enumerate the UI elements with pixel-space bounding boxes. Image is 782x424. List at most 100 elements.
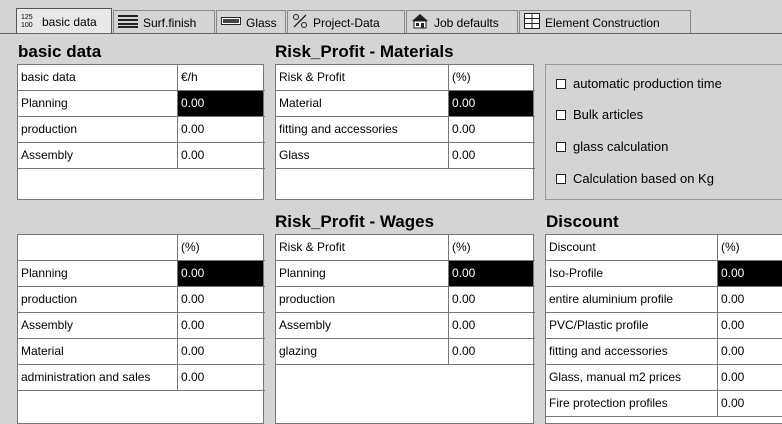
row-label: production: [18, 287, 178, 312]
table-row[interactable]: Glass 0.00: [276, 143, 535, 169]
options-group: automatic production time Bulk articles …: [545, 64, 782, 200]
value-field[interactable]: 0.00: [718, 313, 782, 338]
checkbox-label: automatic production time: [573, 76, 722, 91]
value-field[interactable]: 0.00: [718, 391, 782, 416]
value-field[interactable]: 0.00: [178, 117, 263, 142]
value-field[interactable]: 0.00: [449, 313, 533, 338]
table-row[interactable]: Fire protection profiles 0.00: [546, 391, 782, 417]
row-label: Material: [18, 339, 178, 364]
table-row[interactable]: production 0.00: [276, 287, 535, 313]
tab-label: Surf.finish: [143, 15, 197, 30]
table-row[interactable]: glazing 0.00: [276, 339, 535, 365]
tab-label: basic data: [42, 14, 97, 29]
table-row[interactable]: administration and sales 0.00: [18, 365, 265, 391]
calculation-based-on-kg-checkbox[interactable]: Calculation based on Kg: [556, 171, 714, 186]
tab-element-construction[interactable]: Element Construction: [519, 10, 691, 34]
window-grid-icon: [524, 13, 540, 32]
row-label: production: [18, 117, 178, 142]
table-row[interactable]: Assembly 0.00: [276, 313, 535, 339]
table-row[interactable]: production 0.00: [18, 117, 265, 143]
table-row[interactable]: Material 0.00: [18, 339, 265, 365]
table-row[interactable]: production 0.00: [18, 287, 265, 313]
value-field[interactable]: 0.00: [718, 365, 782, 390]
table-row[interactable]: Planning 0.00: [276, 261, 535, 287]
automatic-production-time-checkbox[interactable]: automatic production time: [556, 76, 722, 91]
tab-project-data[interactable]: Project-Data: [287, 10, 405, 34]
value-field[interactable]: 0.00: [178, 365, 263, 390]
table-row[interactable]: Planning 0.00: [18, 261, 265, 287]
risk-wages-title: Risk_Profit - Wages: [275, 212, 435, 231]
column-header: Risk & Profit: [276, 235, 449, 260]
tab-job-defaults[interactable]: Job defaults: [406, 10, 518, 34]
svg-text:100: 100: [21, 22, 33, 28]
row-label: Glass: [276, 143, 449, 168]
checkbox-box[interactable]: [556, 109, 566, 120]
checkbox-box[interactable]: [556, 78, 566, 89]
table-row[interactable]: PVC/Plastic profile 0.00: [546, 313, 782, 339]
value-field[interactable]: 0.00: [718, 339, 782, 364]
table-row[interactable]: Assembly 0.00: [18, 143, 265, 169]
value-field[interactable]: 0.00: [178, 287, 263, 312]
counter-icon: 125 100: [21, 12, 37, 31]
bulk-articles-checkbox[interactable]: Bulk articles: [556, 107, 643, 122]
table-row[interactable]: entire aluminium profile 0.00: [546, 287, 782, 313]
tab-label: Job defaults: [434, 15, 499, 30]
svg-text:125: 125: [21, 14, 33, 21]
table-row[interactable]: fitting and accessories 0.00: [546, 339, 782, 365]
empty-row: [276, 169, 535, 195]
table-row[interactable]: Material 0.00: [276, 91, 535, 117]
value-field[interactable]: 0.00: [449, 339, 533, 364]
table-header-row: Discount (%): [546, 235, 782, 261]
row-label: Assembly: [18, 313, 178, 338]
tab-glass[interactable]: Glass: [216, 10, 286, 34]
value-field[interactable]: 0.00: [718, 287, 782, 312]
glass-pane-icon: [221, 15, 241, 30]
stripes-icon: [118, 14, 138, 31]
row-label: administration and sales: [18, 365, 178, 390]
column-header: [18, 235, 178, 260]
value-field[interactable]: 0.00: [178, 339, 263, 364]
table-header-row: Risk & Profit (%): [276, 235, 535, 261]
discount-title: Discount: [546, 212, 619, 231]
table-row[interactable]: Iso-Profile 0.00: [546, 261, 782, 287]
value-field[interactable]: 0.00: [178, 91, 263, 116]
value-field[interactable]: 0.00: [718, 261, 782, 286]
discount-table: Discount (%) Iso-Profile 0.00 entire alu…: [545, 234, 782, 424]
value-field[interactable]: 0.00: [449, 91, 533, 116]
percent-table: (%) Planning 0.00 production 0.00 Assemb…: [17, 234, 265, 424]
percent-icon: [292, 13, 308, 32]
tab-basic-data[interactable]: 125 100 basic data: [16, 8, 112, 34]
value-field[interactable]: 0.00: [178, 313, 263, 338]
value-field[interactable]: 0.00: [449, 261, 533, 286]
table-row[interactable]: Assembly 0.00: [18, 313, 265, 339]
column-header: basic data: [18, 65, 178, 90]
table-row[interactable]: Planning 0.00: [18, 91, 265, 117]
checkbox-box[interactable]: [556, 141, 566, 152]
row-label: glazing: [276, 339, 449, 364]
column-header: (%): [452, 240, 471, 254]
row-label: production: [276, 287, 449, 312]
glass-calculation-checkbox[interactable]: glass calculation: [556, 139, 668, 154]
tab-label: Element Construction: [545, 15, 660, 30]
tab-surf-finish[interactable]: Surf.finish: [113, 10, 215, 34]
checkbox-label: Calculation based on Kg: [573, 171, 714, 186]
table-header-row: (%): [18, 235, 265, 261]
table-row[interactable]: Glass, manual m2 prices 0.00: [546, 365, 782, 391]
risk-materials-table: Risk & Profit (%) Material 0.00 fitting …: [275, 64, 535, 200]
value-field[interactable]: 0.00: [449, 143, 533, 168]
checkbox-label: Bulk articles: [573, 107, 644, 122]
value-field[interactable]: 0.00: [178, 261, 263, 286]
value-field[interactable]: 0.00: [178, 143, 263, 168]
table-row[interactable]: fitting and accessories 0.00: [276, 117, 535, 143]
row-label: Planning: [18, 91, 178, 116]
tab-divider: [0, 33, 782, 34]
row-label: Planning: [276, 261, 449, 286]
checkbox-label: glass calculation: [573, 139, 669, 154]
risk-materials-title: Risk_Profit - Materials: [275, 42, 454, 61]
value-field[interactable]: 0.00: [449, 287, 533, 312]
row-label: Material: [276, 91, 449, 116]
checkbox-box[interactable]: [556, 173, 566, 184]
row-label: entire aluminium profile: [546, 287, 718, 312]
table-header-row: Risk & Profit (%): [276, 65, 535, 91]
value-field[interactable]: 0.00: [449, 117, 533, 142]
